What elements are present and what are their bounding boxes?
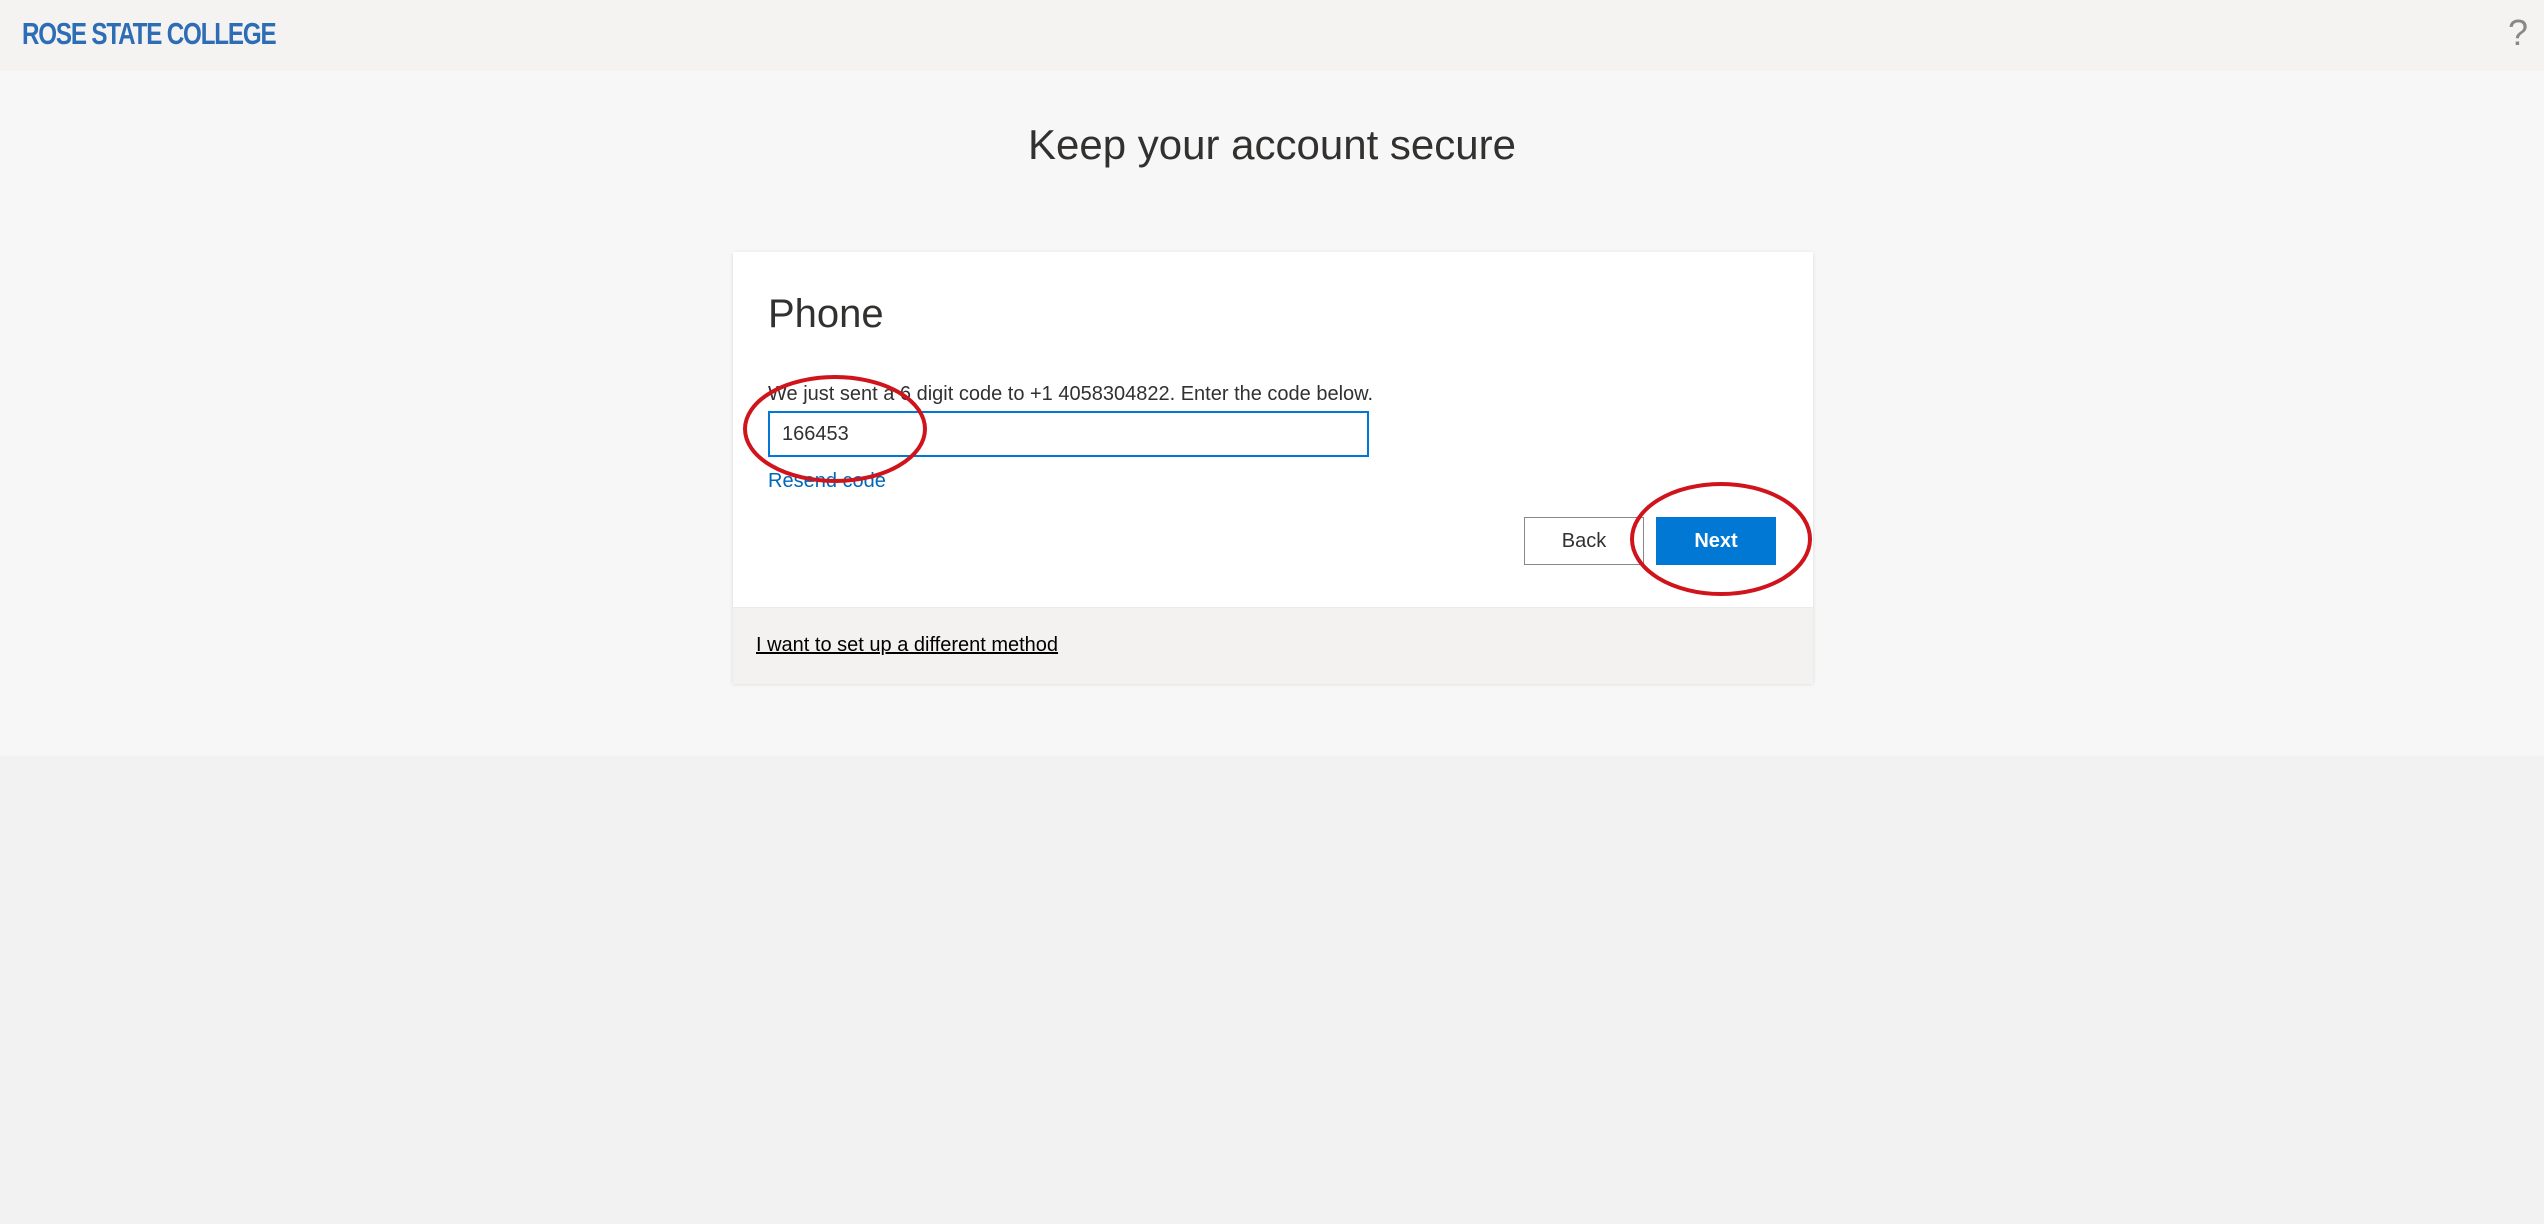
card-title: Phone <box>768 292 884 336</box>
college-logo: ROSE STATE COLLEGE <box>22 16 277 51</box>
next-button[interactable]: Next <box>1656 517 1776 565</box>
instruction-text: We just sent a 6 digit code to +1 405830… <box>768 383 1374 405</box>
verification-code-input[interactable] <box>768 411 1369 457</box>
card-footer: I want to set up a different method <box>733 607 1813 684</box>
different-method-link[interactable]: I want to set up a different method <box>756 634 1058 657</box>
top-bar: ROSE STATE COLLEGE ? <box>0 0 2544 71</box>
main-content: Keep your account secure Phone We just s… <box>0 71 2544 756</box>
resend-code-link[interactable]: Resend code <box>768 470 886 493</box>
page-title: Keep your account secure <box>1028 121 1516 168</box>
back-button[interactable]: Back <box>1524 517 1644 565</box>
setup-card: Phone We just sent a 6 digit code to +1 … <box>733 252 1813 684</box>
help-icon[interactable]: ? <box>2508 12 2528 54</box>
